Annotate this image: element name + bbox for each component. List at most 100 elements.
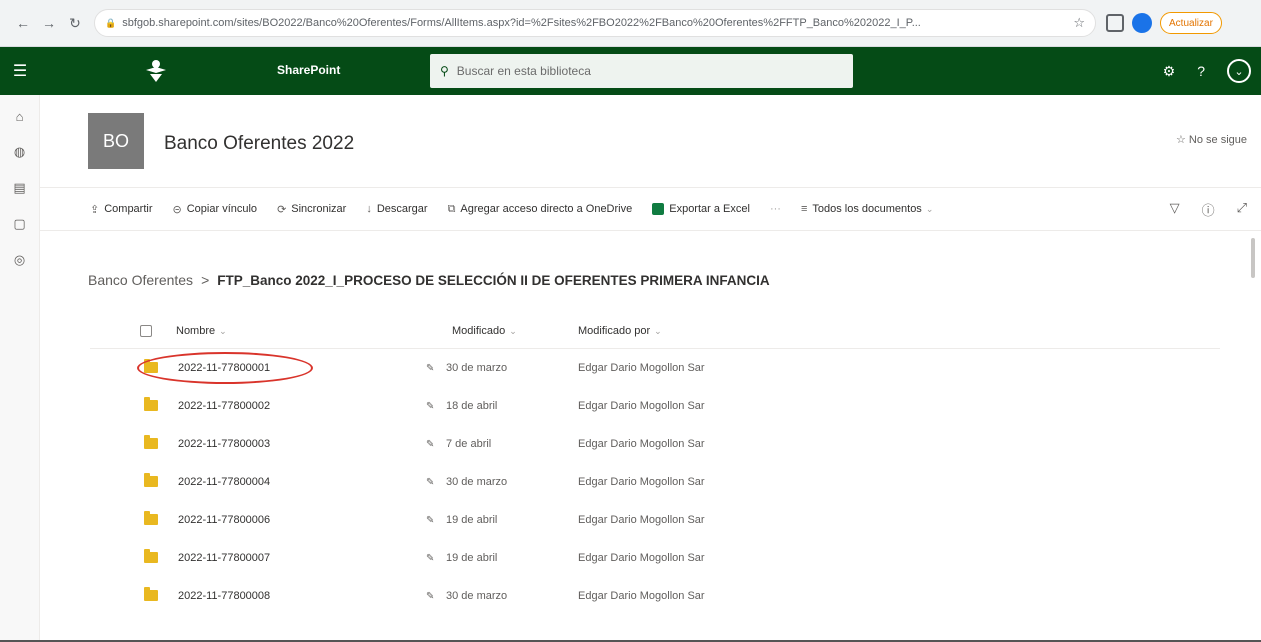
vertical-scrollbar[interactable] [1251, 238, 1255, 278]
folder-icon [144, 549, 158, 563]
update-button[interactable]: Actualizar [1160, 12, 1222, 34]
follow-button[interactable]: ☆ No se sigue [1176, 133, 1247, 146]
breadcrumb: Banco Oferentes > FTP_Banco 2022_I_PROCE… [88, 272, 770, 288]
search-icon: ⚲ [440, 64, 449, 78]
app-rail: ⌂ ◍ ▤ ▢ ◎ [0, 95, 40, 642]
table-row[interactable]: 2022-11-77800002 ✎ 18 de abril Edgar Dar… [90, 387, 1220, 425]
create-icon[interactable]: ◎ [14, 252, 25, 268]
modified-date: 7 de abril [446, 438, 492, 450]
site-title[interactable]: Banco Oferentes 2022 [164, 133, 354, 155]
column-header-modified-by[interactable]: Modificado por ⌄ [578, 325, 662, 337]
pin-icon: ✎ [426, 514, 435, 526]
more-commands-button[interactable]: ··· [770, 203, 781, 215]
folder-name[interactable]: 2022-11-77800008 [178, 590, 270, 602]
pin-icon: ✎ [426, 476, 435, 488]
table-row[interactable]: 2022-11-77800008 ✎ 30 de marzo Edgar Dar… [90, 577, 1220, 615]
share-icon: ⇪ [90, 203, 100, 216]
reload-icon[interactable]: ↻ [64, 12, 86, 34]
link-icon: ⊝ [172, 203, 182, 216]
site-logo[interactable]: BO [88, 113, 144, 169]
pin-icon: ✎ [426, 362, 435, 374]
feed-icon[interactable]: ▤ [13, 180, 25, 196]
chevron-down-icon: ⌄ [219, 325, 227, 336]
folder-icon [144, 473, 158, 487]
table-row[interactable]: 2022-11-77800007 ✎ 19 de abril Edgar Dar… [90, 539, 1220, 577]
settings-icon[interactable]: ⚙ [1163, 63, 1176, 80]
modified-by: Edgar Dario Mogollon Sar [578, 514, 705, 526]
modified-by: Edgar Dario Mogollon Sar [578, 438, 705, 450]
export-excel-label: Exportar a Excel [669, 203, 750, 215]
modified-by: Edgar Dario Mogollon Sar [578, 362, 705, 374]
folder-name[interactable]: 2022-11-77800004 [178, 476, 270, 488]
sync-command[interactable]: ⟳ Sincronizar [277, 203, 346, 216]
table-row[interactable]: 2022-11-77800006 ✎ 19 de abril Edgar Dar… [90, 501, 1220, 539]
folder-name[interactable]: 2022-11-77800002 [178, 400, 270, 412]
forward-icon[interactable]: → [38, 12, 60, 34]
copy-link-label: Copiar vínculo [186, 203, 258, 215]
excel-icon [652, 203, 665, 215]
command-bar: ⇪ Compartir ⊝ Copiar vínculo ⟳ Sincronizar … [40, 187, 1261, 231]
pin-icon: ✎ [426, 590, 435, 602]
copy-link-command[interactable]: ⊝ Copiar vínculo [173, 203, 258, 216]
follow-label: No se sigue [1188, 134, 1247, 146]
document-list: Nombre ⌄ Modificado ⌄ Modificado por ⌄ 2022… [90, 313, 1220, 602]
expand-icon[interactable]: ⤢ [1237, 200, 1247, 219]
export-excel-command[interactable]: Exportar a Excel [652, 203, 750, 215]
breadcrumb-root[interactable]: Banco Oferentes [88, 272, 193, 288]
modified-date: 19 de abril [446, 514, 498, 526]
download-command[interactable]: ↓ Descargar [366, 203, 427, 215]
globe-icon[interactable]: ◍ [14, 144, 25, 160]
folder-name[interactable]: 2022-11-77800007 [178, 552, 270, 564]
filter-icon[interactable]: ▽ [1170, 200, 1180, 219]
column-modified-by-label: Modificado por [578, 324, 651, 337]
view-label: Todos los documentos [812, 203, 922, 215]
folder-icon [144, 511, 158, 525]
profile-avatar[interactable] [1132, 13, 1152, 33]
pin-icon: ✎ [426, 438, 435, 450]
app-launcher-icon[interactable]: ☰ [0, 47, 40, 95]
share-command[interactable]: ⇪ Compartir [90, 203, 153, 216]
table-row[interactable]: 2022-11-77800001 ✎ 30 de marzo Edgar Dar… [90, 349, 1220, 387]
account-avatar[interactable]: ⌄ [1227, 59, 1251, 83]
suite-title[interactable]: SharePoint [277, 63, 340, 77]
search-input[interactable]: ⚲ Buscar en esta biblioteca [430, 54, 853, 88]
add-shortcut-label: Agregar acceso directo a OneDrive [460, 203, 633, 215]
view-options-icon: ≡ [800, 203, 808, 215]
breadcrumb-separator: > [201, 272, 210, 288]
breadcrumb-current: FTP_Banco 2022_I_PROCESO DE SELECCIÓN II… [217, 272, 770, 288]
share-label: Compartir [104, 203, 153, 215]
document-icon[interactable]: ▢ [13, 216, 25, 232]
table-row[interactable]: 2022-11-77800003 ✎ 7 de abril Edgar Dari… [90, 425, 1220, 463]
column-header-name[interactable]: Nombre ⌄ [176, 325, 227, 337]
site-header: BO Banco Oferentes 2022 ☆ No se sigue [40, 95, 1261, 187]
address-bar[interactable]: 🔒 sbfgob.sharepoint.com/sites/BO2022/Ban… [94, 9, 1096, 37]
view-selector[interactable]: ≡ Todos los documentos ⌄ [801, 203, 933, 215]
home-icon[interactable]: ⌂ [16, 109, 24, 124]
extensions-icon[interactable] [1106, 14, 1124, 32]
column-header-modified[interactable]: Modificado ⌄ [452, 325, 517, 337]
download-icon: ↓ [366, 203, 372, 215]
select-all-checkbox[interactable] [140, 324, 152, 337]
star-icon[interactable]: ☆ [1073, 15, 1085, 31]
address-url: sbfgob.sharepoint.com/sites/BO2022/Banco… [122, 17, 921, 29]
search-placeholder: Buscar en esta biblioteca [456, 64, 591, 78]
organization-logo[interactable] [143, 57, 169, 85]
modified-date: 30 de marzo [446, 590, 508, 602]
lock-icon: 🔒 [105, 17, 117, 28]
modified-by: Edgar Dario Mogollon Sar [578, 400, 705, 412]
folder-icon [144, 397, 158, 411]
pin-icon: ✎ [426, 400, 435, 412]
column-modified-label: Modificado [452, 324, 506, 337]
sync-label: Sincronizar [291, 203, 347, 215]
add-shortcut-command[interactable]: ⧉ Agregar acceso directo a OneDrive [448, 203, 633, 216]
shortcut-icon: ⧉ [447, 202, 456, 215]
folder-name[interactable]: 2022-11-77800003 [178, 438, 270, 450]
sync-icon: ⟳ [277, 203, 287, 216]
list-rows: 2022-11-77800001 ✎ 30 de marzo Edgar Dar… [90, 349, 1220, 615]
table-row[interactable]: 2022-11-77800004 ✎ 30 de marzo Edgar Dar… [90, 463, 1220, 501]
suite-bar: ☰ SharePoint ⚲ Buscar en esta biblioteca… [0, 47, 1261, 95]
back-icon[interactable]: ← [12, 12, 34, 34]
folder-name[interactable]: 2022-11-77800006 [178, 514, 270, 526]
help-icon[interactable]: ? [1197, 63, 1205, 79]
info-icon[interactable]: ⓘ [1202, 200, 1215, 219]
